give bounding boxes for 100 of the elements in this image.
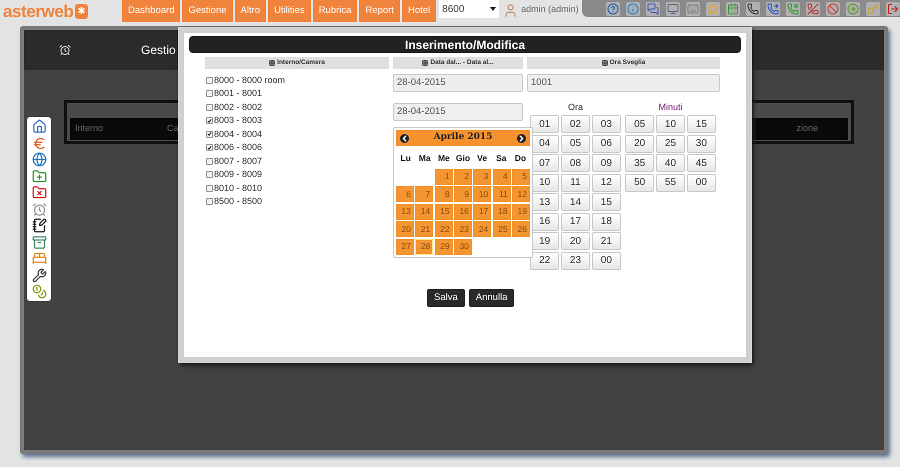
checkbox[interactable] xyxy=(206,76,213,84)
weekday-label: Sa xyxy=(495,152,508,165)
room-label: 8010 - 8010 xyxy=(214,182,262,194)
arrow-icon[interactable] xyxy=(846,2,860,16)
hour-button[interactable]: 13 xyxy=(530,193,560,211)
checkbox[interactable] xyxy=(206,104,213,111)
month-title: Aprile 2015 xyxy=(434,131,492,144)
hours-label: Ora xyxy=(568,103,583,113)
grid-icon xyxy=(422,60,428,66)
checkbox[interactable] xyxy=(206,198,213,206)
room-label: 8007 - 8007 xyxy=(214,154,262,168)
hour-button[interactable]: 15 xyxy=(592,193,621,211)
logo-text: asterweb xyxy=(3,2,74,20)
forbidden-icon[interactable] xyxy=(826,2,840,16)
minute-button[interactable]: 10 xyxy=(656,115,686,133)
column-header: Ca xyxy=(166,122,179,136)
checkbox[interactable] xyxy=(206,171,213,178)
checkbox[interactable] xyxy=(206,90,213,98)
hour-button[interactable]: 10 xyxy=(530,174,560,192)
dialog-button[interactable]: Annulla xyxy=(468,289,514,307)
hour-button[interactable]: 18 xyxy=(592,212,621,230)
phone-forward-icon[interactable] xyxy=(766,2,780,16)
minute-button[interactable]: 20 xyxy=(625,134,654,152)
hour-button[interactable]: 08 xyxy=(560,154,590,172)
minute-button[interactable]: 45 xyxy=(686,154,716,172)
hour-button[interactable]: 02 xyxy=(560,115,590,133)
room-label: 8009 - 8009 xyxy=(214,168,262,181)
hour-button[interactable]: 16 xyxy=(530,212,560,230)
hour-button[interactable]: 21 xyxy=(592,232,621,250)
weekday-label: Lu xyxy=(399,152,412,165)
hour-button[interactable]: 09 xyxy=(592,154,621,172)
checkbox[interactable] xyxy=(206,117,213,124)
hour-button[interactable]: 14 xyxy=(560,193,590,211)
info-icon[interactable] xyxy=(626,2,640,16)
previous-month-icon[interactable] xyxy=(400,134,409,142)
hour-button[interactable]: 04 xyxy=(530,134,560,152)
hour-button[interactable]: 00 xyxy=(592,252,621,270)
key-icon[interactable] xyxy=(866,2,880,16)
asterisk-logo-icon xyxy=(75,4,88,18)
dialog-button[interactable]: Salva xyxy=(427,289,465,307)
euro-icon[interactable] xyxy=(32,136,46,150)
monitor-icon[interactable] xyxy=(666,2,680,16)
exit-icon[interactable] xyxy=(886,2,900,16)
phone-off-icon[interactable] xyxy=(806,2,820,16)
extension-select[interactable]: 8600 xyxy=(439,0,500,18)
select-value: 8600 xyxy=(442,2,464,16)
hour-button[interactable]: 11 xyxy=(560,174,590,192)
folder-delete-icon[interactable] xyxy=(32,185,46,200)
minute-button[interactable]: 30 xyxy=(686,134,716,152)
notepad-icon[interactable] xyxy=(32,218,46,233)
minute-button[interactable]: 00 xyxy=(686,174,716,192)
minute-button[interactable]: 15 xyxy=(686,115,716,133)
hour-button[interactable]: 12 xyxy=(592,174,621,192)
date-to-field[interactable]: 28-04-2015 xyxy=(393,103,523,121)
time-field[interactable]: 1001 xyxy=(527,74,720,92)
hour-button[interactable]: 17 xyxy=(560,212,590,230)
checkbox[interactable] xyxy=(206,184,213,192)
user-icon xyxy=(503,2,518,18)
tools-icon[interactable] xyxy=(32,268,46,282)
weekday-label: Gio xyxy=(454,152,472,165)
minute-button[interactable]: 05 xyxy=(625,115,654,133)
grid-icon xyxy=(269,60,276,66)
room-label: 8006 - 8006 xyxy=(214,141,262,154)
minute-button[interactable]: 35 xyxy=(625,154,654,172)
hour-button[interactable]: 20 xyxy=(560,232,590,250)
phone-icon[interactable] xyxy=(746,2,760,16)
hour-button[interactable]: 19 xyxy=(530,232,560,250)
room-label: 8002 - 8002 xyxy=(214,100,262,114)
hour-button[interactable]: 23 xyxy=(560,252,590,270)
room-label: 8000 - 8000 room xyxy=(214,74,286,86)
keyboard-icon[interactable] xyxy=(686,2,700,16)
date-from-field[interactable]: 28-04-2015 xyxy=(393,74,523,92)
help-icon[interactable] xyxy=(606,2,620,16)
checkbox[interactable] xyxy=(206,158,213,165)
folder-add-icon[interactable] xyxy=(32,168,46,184)
home-icon[interactable] xyxy=(32,119,46,134)
checkbox[interactable] xyxy=(206,130,213,138)
globe-icon[interactable] xyxy=(32,152,46,167)
grid-icon xyxy=(602,60,608,66)
chat-icon[interactable] xyxy=(646,2,660,16)
hour-button[interactable]: 05 xyxy=(560,134,590,152)
hour-button[interactable]: 22 xyxy=(530,252,560,270)
minute-button[interactable]: 40 xyxy=(656,154,686,172)
column-header: zione xyxy=(796,122,818,136)
star-icon[interactable] xyxy=(706,2,720,16)
phone-incoming-icon[interactable] xyxy=(786,2,800,16)
room-label: 8500 - 8500 xyxy=(214,195,262,208)
minute-button[interactable]: 50 xyxy=(625,174,654,192)
hour-button[interactable]: 06 xyxy=(592,134,621,152)
cabinet-icon[interactable] xyxy=(32,234,46,250)
room-label: 8004 - 8004 xyxy=(214,128,262,140)
checkbox[interactable] xyxy=(206,144,213,152)
next-month-icon[interactable] xyxy=(516,134,526,142)
minute-button[interactable]: 55 xyxy=(656,174,686,192)
minute-button[interactable]: 25 xyxy=(656,134,686,152)
hour-button[interactable]: 03 xyxy=(592,115,621,133)
hour-button[interactable]: 01 xyxy=(530,115,560,133)
hour-button[interactable]: 07 xyxy=(530,154,560,172)
calendar-icon[interactable] xyxy=(726,2,740,16)
weekday-label: Me xyxy=(436,152,451,165)
